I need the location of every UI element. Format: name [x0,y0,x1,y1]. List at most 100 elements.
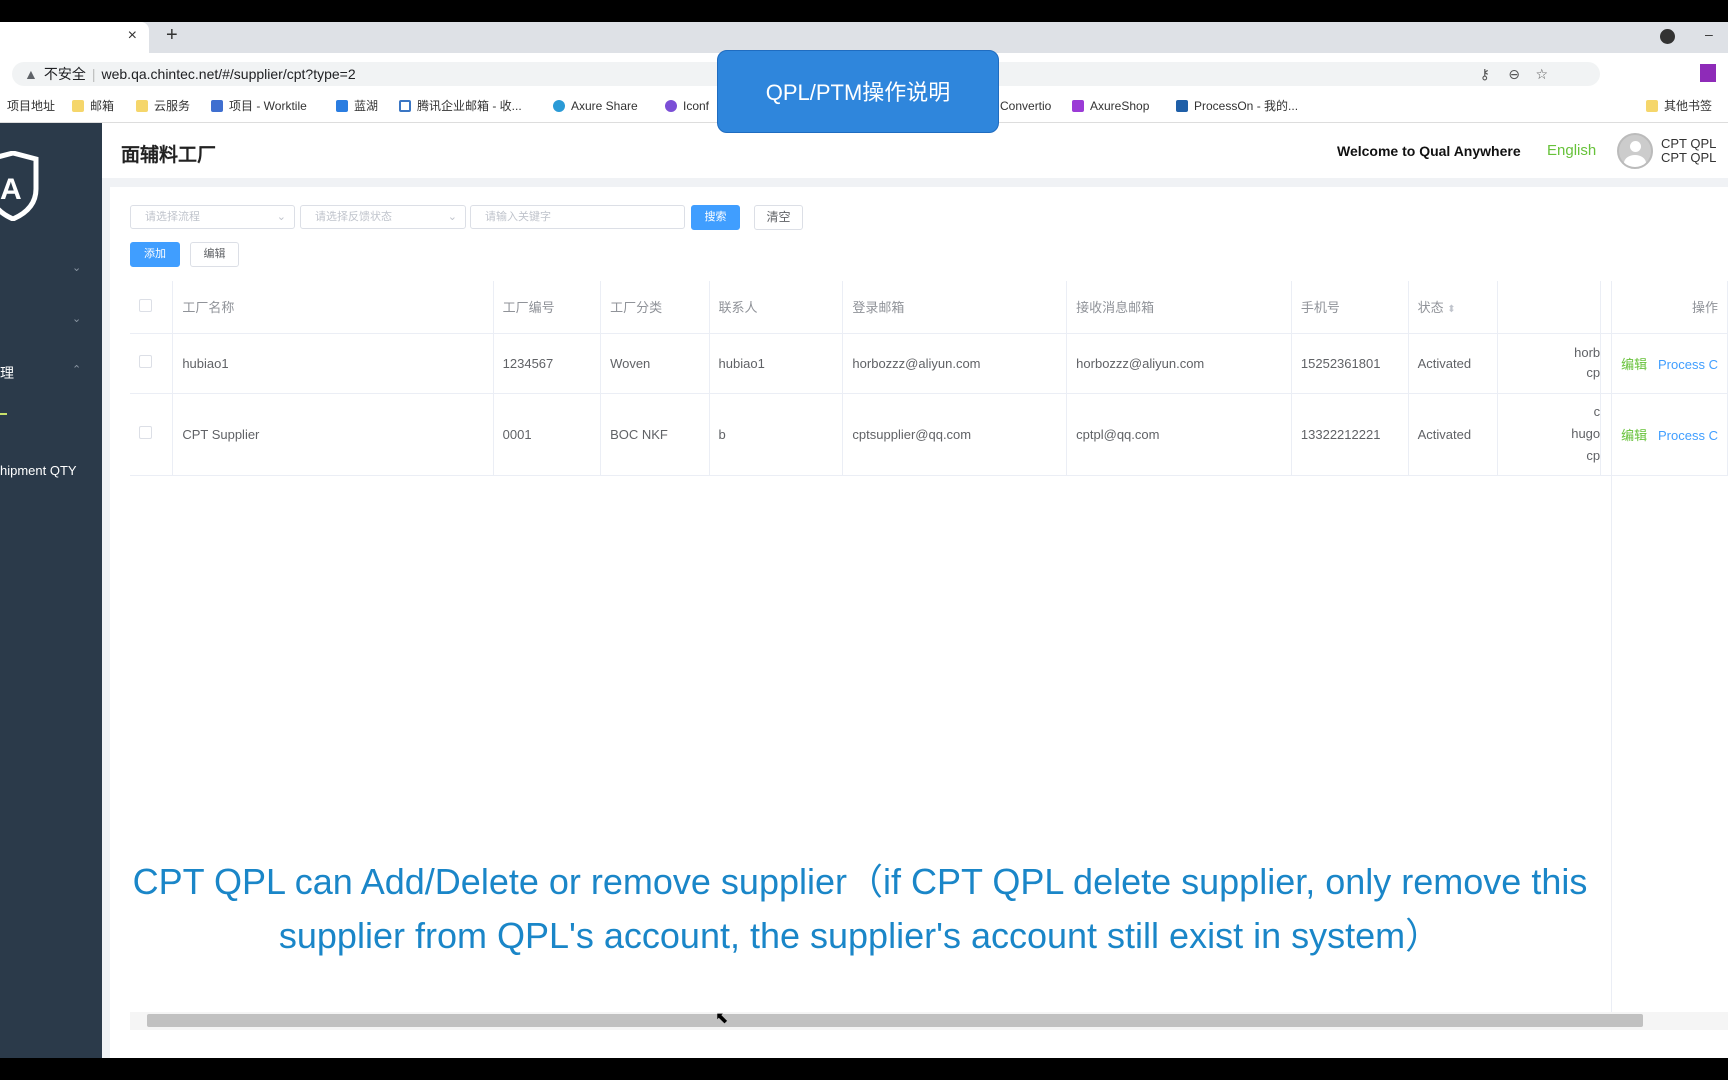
language-switch[interactable]: English [1547,142,1596,159]
cell-extra: horb cp [1497,333,1602,394]
cell-login-email: cptsupplier@qq.com [842,393,1068,476]
star-icon [1072,100,1084,112]
close-tab-icon[interactable]: × [128,27,137,45]
sidebar-item-supplier-management[interactable]: 理 [0,363,14,383]
folder-icon [72,100,84,112]
star-icon[interactable]: ☆ [1535,62,1548,86]
col-factory-name: 工厂名称 [172,281,494,334]
tab-strip [0,22,1728,53]
profile-menu-icon[interactable] [1660,29,1675,44]
cell-extra: c hugo cp [1497,393,1602,476]
col-extra [1497,281,1602,334]
cell-login-email: horbozzz@aliyun.com [842,333,1068,394]
cell-actions: 编辑 Process C [1600,333,1728,394]
cell-type: Woven [600,333,710,394]
table-header: 工厂名称 工厂编号 工厂分类 联系人 登录邮箱 接收消息邮箱 手机号 状态 ⬍ … [130,281,1728,334]
avatar[interactable] [1617,133,1653,169]
col-receive-email: 接收消息邮箱 [1066,281,1292,334]
col-factory-type: 工厂分类 [600,281,710,334]
folder-icon [1646,100,1658,112]
cell-phone: 15252361801 [1291,333,1409,394]
row-checkbox[interactable] [130,333,174,394]
lanhu-icon [336,100,348,112]
folder-icon [136,100,148,112]
bookmark[interactable]: Convertio [1000,93,1051,119]
cloud-icon [553,100,565,112]
fixed-column-divider [1611,281,1612,1014]
svg-text:A: A [0,173,22,206]
col-status[interactable]: 状态 ⬍ [1408,281,1499,334]
row-edit-link[interactable]: 编辑 [1621,357,1647,372]
select-all-checkbox[interactable] [130,281,174,334]
active-indicator [0,413,7,415]
col-contact: 联系人 [709,281,844,334]
instruction-caption: CPT QPL can Add/Delete or remove supplie… [132,861,1588,956]
zoom-icon[interactable]: ⊖ [1508,62,1520,86]
bookmark[interactable]: 邮箱 [72,93,114,119]
page-title: 面辅料工厂 [121,145,217,166]
col-actions: 操作 [1600,281,1728,334]
security-label: 不安全 [43,66,86,82]
new-tab-button[interactable]: + [166,24,178,47]
worktile-icon [211,100,223,112]
row-edit-link[interactable]: 编辑 [1621,428,1647,443]
row-process-link[interactable]: Process C [1658,357,1718,372]
clear-button[interactable]: 清空 [754,205,803,230]
cell-code: 1234567 [493,333,602,394]
feedback-status-select[interactable]: 请选择反馈状态 ⌄ [300,205,466,229]
row-process-link[interactable]: Process C [1658,428,1718,443]
cell-code: 0001 [493,393,602,476]
chevron-down-icon[interactable]: ⌄ [72,312,81,325]
user-name[interactable]: CPT QPL CPT QPL [1661,137,1716,165]
chevron-down-icon: ⌄ [447,211,457,223]
sidebar: A ⌄ ⌄ 理 ⌃ hipment QTY [0,123,102,1058]
warning-icon: ▲ [24,66,38,82]
col-login-email: 登录邮箱 [842,281,1068,334]
process-select[interactable]: 请选择流程 ⌄ [130,205,295,229]
bookmark[interactable]: 腾讯企业邮箱 - 收... [399,93,522,119]
key-icon[interactable]: ⚷ [1480,62,1490,86]
browser-tab[interactable]: × [0,22,149,53]
search-button[interactable]: 搜索 [691,205,740,230]
cell-status: Activated [1408,333,1499,394]
cell-name: CPT Supplier [172,393,494,476]
minimize-icon[interactable]: – [1705,26,1713,42]
chevron-down-icon[interactable]: ⌄ [72,261,81,274]
welcome-text: Welcome to Qual Anywhere [1337,143,1521,159]
bookmark[interactable]: 项目地址 [7,93,55,119]
axure-extension-icon[interactable] [1700,64,1716,82]
qpl-ptm-instructions-button[interactable]: QPL/PTM操作说明 [717,50,999,133]
bookmark[interactable]: 云服务 [136,93,190,119]
bookmark[interactable]: 蓝湖 [336,93,378,119]
iconfont-icon [665,100,677,112]
bookmark[interactable]: AxureShop [1072,93,1149,119]
logo-shield-icon: A [0,151,39,221]
url-text: web.qa.chintec.net/#/supplier/cpt?type=2 [101,66,356,82]
processon-icon [1176,100,1188,112]
mouse-cursor-icon: ⬉ [715,1010,729,1027]
sidebar-item-shipment-qty[interactable]: hipment QTY [0,463,77,478]
row-checkbox[interactable] [130,393,174,476]
bookmark[interactable]: Axure Share [553,93,638,119]
col-factory-code: 工厂编号 [493,281,602,334]
supplier-table: 工厂名称 工厂编号 工厂分类 联系人 登录邮箱 接收消息邮箱 手机号 状态 ⬍ … [130,281,1728,476]
chevron-up-icon[interactable]: ⌃ [72,363,81,376]
scrollbar-thumb[interactable] [147,1014,1643,1027]
cell-receive-email: cptpl@qq.com [1066,393,1292,476]
cell-type: BOC NKF [600,393,710,476]
bookmark[interactable]: 项目 - Worktile [211,93,307,119]
add-button[interactable]: 添加 [130,242,180,267]
bookmark[interactable]: Iconf [665,93,709,119]
edit-button[interactable]: 编辑 [190,242,239,267]
table-row: hubiao1 1234567 Woven hubiao1 horbozzz@a… [130,333,1728,394]
keyword-input[interactable]: 请输入关键字 [470,205,685,229]
col-phone: 手机号 [1291,281,1409,334]
other-bookmarks[interactable]: 其他书签 [1646,93,1712,119]
cell-contact: b [709,393,844,476]
table-row: CPT Supplier 0001 BOC NKF b cptsupplier@… [130,393,1728,476]
sort-icon: ⬍ [1447,304,1456,316]
bookmark[interactable]: ProcessOn - 我的... [1176,93,1298,119]
cell-receive-email: horbozzz@aliyun.com [1066,333,1292,394]
cell-name: hubiao1 [172,333,494,394]
cell-contact: hubiao1 [709,333,844,394]
